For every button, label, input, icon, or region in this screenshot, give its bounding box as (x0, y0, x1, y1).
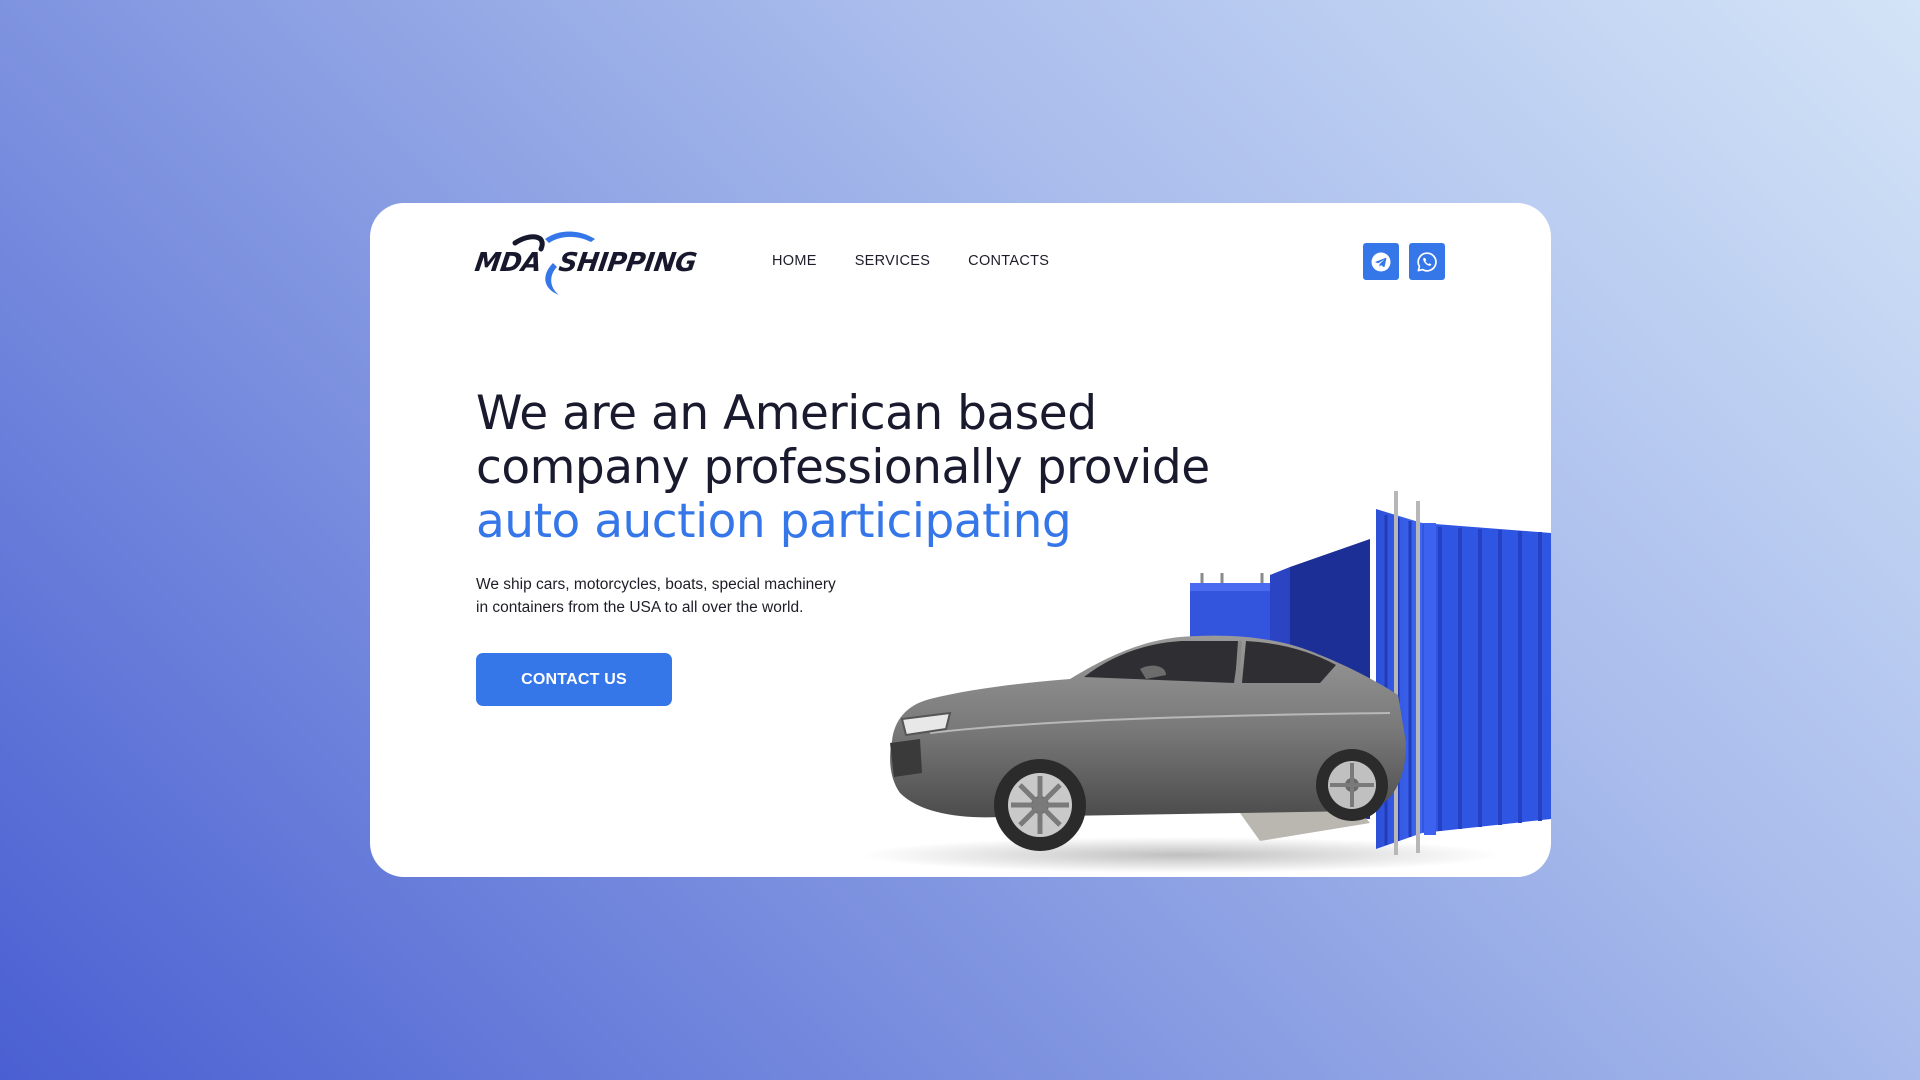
nav-item-home[interactable]: HOME (772, 253, 817, 269)
whatsapp-icon (1417, 251, 1437, 272)
hero-subtext: We ship cars, motorcycles, boats, specia… (476, 573, 896, 619)
hero-card: MDA SHIPPING HOME SERVICES CONTACTS We a… (370, 203, 1551, 877)
headline-line-1: We are an American based (476, 386, 1097, 441)
car-container-illustration (860, 491, 1551, 873)
nav-item-contacts[interactable]: CONTACTS (968, 253, 1049, 269)
brand-logo[interactable]: MDA SHIPPING (472, 225, 705, 299)
contact-us-button[interactable]: CONTACT US (476, 653, 672, 706)
logo-text-right: SHIPPING (556, 248, 699, 278)
logo-text-left: MDA (472, 248, 544, 278)
telegram-button[interactable] (1363, 243, 1399, 280)
social-links (1363, 243, 1445, 280)
whatsapp-button[interactable] (1409, 243, 1445, 280)
subtext-line-1: We ship cars, motorcycles, boats, specia… (476, 576, 836, 593)
telegram-icon (1371, 252, 1391, 271)
main-nav: HOME SERVICES CONTACTS (772, 253, 1049, 269)
nav-item-services[interactable]: SERVICES (855, 253, 930, 269)
subtext-line-2: in containers from the USA to all over t… (476, 599, 804, 616)
